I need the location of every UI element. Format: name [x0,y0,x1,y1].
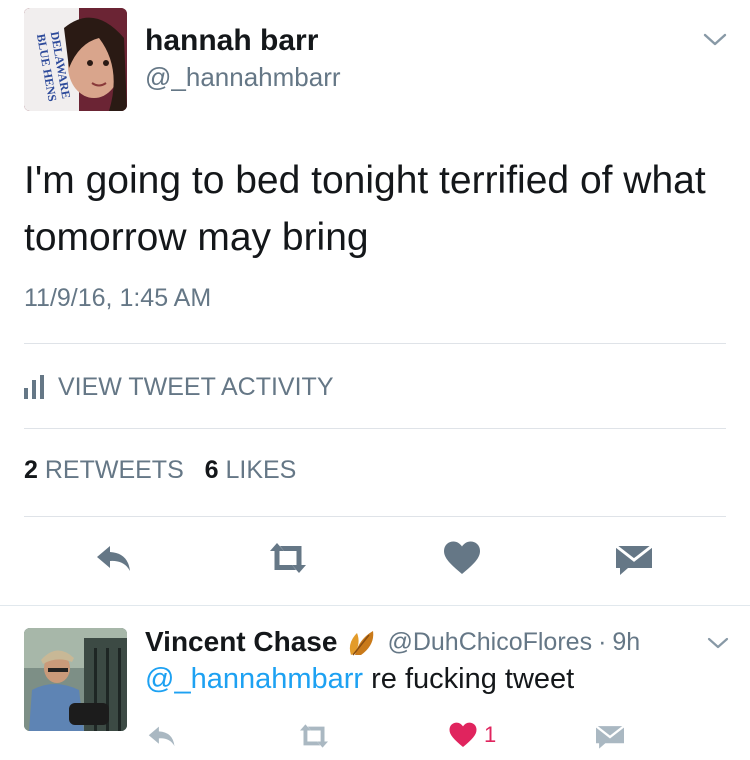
reply-display-name[interactable]: Vincent Chase [145,626,337,658]
divider [0,605,750,606]
reply-like-button[interactable]: 1 [448,720,496,750]
divider [24,428,726,429]
reply-text: @_hannahmbarr re fucking tweet [145,663,574,696]
tweet-stats: 2 RETWEETS 6 LIKES [24,456,296,485]
like-count: 6 [204,456,219,484]
retweet-icon[interactable] [296,722,332,750]
retweet-count: 2 [24,456,38,484]
user-handle[interactable]: @_hannahmbarr [145,62,341,93]
avatar[interactable]: DELAWARE BLUE HENS [24,8,127,111]
leaves-emoji-icon [350,631,374,656]
heart-icon [449,722,477,747]
likes-stat[interactable]: 6 LIKES [205,456,297,484]
reply-mention-link[interactable]: @_hannahmbarr [145,663,363,695]
reply-header: Vincent Chase @DuhChicoFlores · 9h [145,624,640,660]
bar-chart-icon [24,375,44,399]
separator-dot: · [598,627,607,656]
avatar-photo: DELAWARE BLUE HENS [24,8,127,111]
display-name[interactable]: hannah barr [145,24,318,58]
reply-body: re fucking tweet [363,663,575,695]
tweet-text: I'm going to bed tonight terrified of wh… [24,159,706,259]
reply-icon[interactable] [146,722,178,750]
reply-user-handle[interactable]: @DuhChicoFlores [387,628,592,657]
retweets-label: RETWEETS [44,456,184,484]
direct-message-icon[interactable] [614,542,654,578]
divider [24,516,726,517]
view-tweet-activity-label: VIEW TWEET ACTIVITY [58,372,334,401]
reply-like-count: 1 [484,722,497,747]
direct-message-icon[interactable] [594,723,626,751]
reply-avatar[interactable] [24,628,127,731]
view-tweet-activity-button[interactable]: VIEW TWEET ACTIVITY [24,370,334,404]
retweet-icon[interactable] [266,540,310,576]
chevron-down-icon[interactable] [706,634,730,652]
divider [24,343,726,344]
retweets-stat[interactable]: 2 RETWEETS [24,456,184,484]
chevron-down-icon[interactable] [702,30,728,50]
heart-icon[interactable] [442,540,482,576]
reply-time: 9h [612,627,641,656]
tweet-timestamp: 11/9/16, 1:45 AM [24,284,212,312]
reply-icon[interactable] [94,540,134,576]
reply-avatar-photo [24,628,127,731]
likes-label: LIKES [225,456,297,484]
